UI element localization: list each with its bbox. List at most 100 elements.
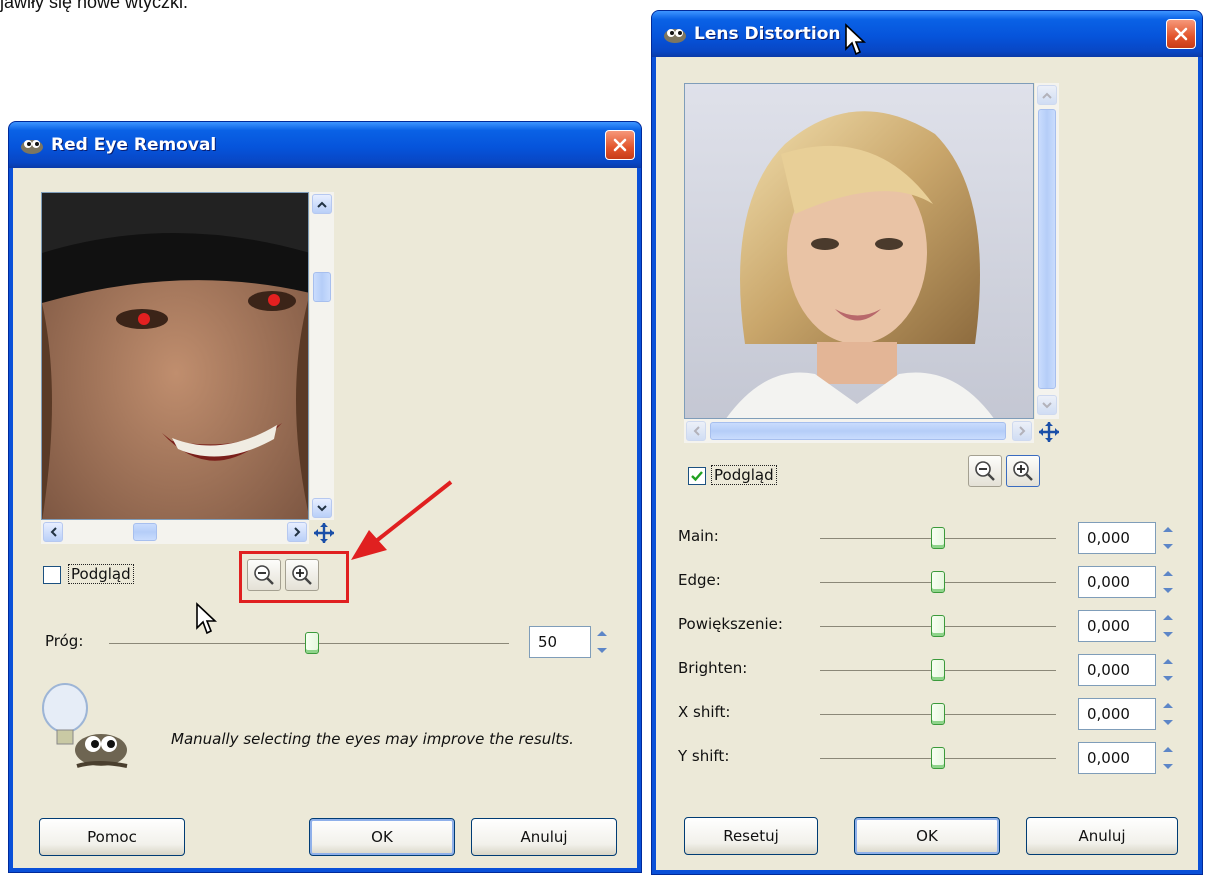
mouse-cursor-icon <box>845 23 867 56</box>
scroll-up-button[interactable] <box>312 194 332 214</box>
arrow-down-icon <box>1163 632 1173 637</box>
vertical-scrollbar[interactable] <box>310 192 334 520</box>
threshold-spin-button[interactable] <box>594 626 610 658</box>
param-label-brighten: Brighten: <box>678 659 748 677</box>
cancel-button[interactable]: Anuluj <box>1026 817 1178 855</box>
slider-thumb-main[interactable] <box>931 527 945 549</box>
zoom-out-button[interactable] <box>968 455 1002 487</box>
face-photo <box>42 193 308 519</box>
spin-button-zoom[interactable] <box>1160 610 1176 642</box>
arrow-down-icon <box>1163 676 1173 681</box>
zoom-in-button[interactable] <box>1006 455 1040 487</box>
vertical-scroll-thumb[interactable] <box>313 272 331 302</box>
lens-distortion-window: Lens Distortion Podgląd Main: 0,000 Edge… <box>651 10 1203 875</box>
annotation-arrow <box>351 480 453 560</box>
cancel-button[interactable]: Anuluj <box>471 818 617 856</box>
param-label-zoom: Powiększenie: <box>678 615 783 633</box>
reset-button[interactable]: Resetuj <box>684 817 818 855</box>
spin-input-main[interactable]: 0,000 <box>1078 522 1156 554</box>
arrow-up-icon <box>1163 659 1173 664</box>
gimp-wilber-icon <box>664 29 686 43</box>
dialog-client-area: Podgląd Main: 0,000 Edge: 0,000 Powiększ… <box>656 57 1198 870</box>
portrait-photo <box>685 84 1033 418</box>
spin-button-main[interactable] <box>1160 522 1176 554</box>
chevron-down-icon <box>1042 401 1052 408</box>
spin-input-y-shift[interactable]: 0,000 <box>1078 742 1156 774</box>
ok-button[interactable]: OK <box>309 818 455 856</box>
zoom-in-icon <box>1013 461 1033 481</box>
scroll-right-button[interactable] <box>1012 421 1032 441</box>
slider-thumb-brighten[interactable] <box>931 659 945 681</box>
param-label-x-shift: X shift: <box>678 703 731 721</box>
spin-input-x-shift[interactable]: 0,000 <box>1078 698 1156 730</box>
chevron-up-icon <box>1042 92 1052 99</box>
preview-checkbox[interactable] <box>688 467 706 485</box>
help-button[interactable]: Pomoc <box>39 818 185 856</box>
document-text: jawiły się nowe wtyczki. <box>0 0 189 12</box>
portrait-preview-image[interactable] <box>684 83 1034 419</box>
preview-label[interactable]: Podgląd <box>711 465 777 485</box>
horizontal-scroll-thumb[interactable] <box>133 523 157 541</box>
slider-thumb-edge[interactable] <box>931 571 945 593</box>
title-bar[interactable]: Lens Distortion <box>652 11 1202 57</box>
arrow-down-icon <box>1163 764 1173 769</box>
arrow-up-icon <box>1163 615 1173 620</box>
checkmark-icon <box>691 471 703 482</box>
vertical-scroll-thumb[interactable] <box>1038 109 1056 389</box>
spin-button-edge[interactable] <box>1160 566 1176 598</box>
dialog-client-area: Podgląd Próg: 50 Manually selecting the … <box>13 168 637 868</box>
scroll-left-button[interactable] <box>43 522 63 542</box>
arrow-down-icon <box>1163 720 1173 725</box>
close-icon <box>1174 27 1188 41</box>
slider-thumb-zoom[interactable] <box>931 615 945 637</box>
slider-thumb-x-shift[interactable] <box>931 703 945 725</box>
arrow-up-icon <box>1163 703 1173 708</box>
gimp-tip-icon <box>42 683 128 768</box>
arrow-up-icon <box>1163 527 1173 532</box>
preview-checkbox[interactable] <box>43 566 61 584</box>
red-eye-preview-image[interactable] <box>41 192 309 520</box>
spin-input-edge[interactable]: 0,000 <box>1078 566 1156 598</box>
param-label-main: Main: <box>678 527 719 545</box>
horizontal-scrollbar[interactable] <box>41 520 309 544</box>
chevron-down-icon <box>317 504 327 511</box>
zoom-highlight-box <box>239 551 349 603</box>
param-label-y-shift: Y shift: <box>678 747 730 765</box>
threshold-label: Próg: <box>45 632 84 650</box>
spin-button-y-shift[interactable] <box>1160 742 1176 774</box>
scroll-down-button[interactable] <box>1037 395 1057 415</box>
chevron-right-icon <box>1018 426 1025 436</box>
spin-input-brighten[interactable]: 0,000 <box>1078 654 1156 686</box>
navigate-icon[interactable] <box>1038 421 1060 443</box>
horizontal-scroll-thumb[interactable] <box>710 422 1006 440</box>
spin-button-x-shift[interactable] <box>1160 698 1176 730</box>
scroll-right-button[interactable] <box>287 522 307 542</box>
threshold-slider-thumb[interactable] <box>305 632 319 654</box>
close-icon <box>613 138 627 152</box>
arrow-up-icon <box>597 631 607 636</box>
scroll-down-button[interactable] <box>312 498 332 518</box>
param-label-edge: Edge: <box>678 571 721 589</box>
scroll-left-button[interactable] <box>686 421 706 441</box>
arrow-down-icon <box>1163 588 1173 593</box>
arrow-up-icon <box>1163 747 1173 752</box>
ok-button[interactable]: OK <box>854 817 1000 855</box>
navigate-icon[interactable] <box>313 522 335 544</box>
slider-thumb-y-shift[interactable] <box>931 747 945 769</box>
spin-input-zoom[interactable]: 0,000 <box>1078 610 1156 642</box>
gimp-wilber-icon <box>21 140 43 154</box>
close-button[interactable] <box>1166 19 1196 49</box>
preview-label[interactable]: Podgląd <box>68 564 134 584</box>
chevron-left-icon <box>693 426 700 436</box>
horizontal-scrollbar[interactable] <box>684 419 1034 443</box>
threshold-spin-input[interactable]: 50 <box>529 626 591 658</box>
close-button[interactable] <box>605 130 635 160</box>
red-eye-removal-window: Red Eye Removal Podgląd Próg: 50 Manuall… <box>8 121 642 873</box>
spin-button-brighten[interactable] <box>1160 654 1176 686</box>
vertical-scrollbar[interactable] <box>1035 83 1059 419</box>
zoom-out-icon <box>975 461 995 481</box>
arrow-up-icon <box>1163 571 1173 576</box>
window-title: Lens Distortion <box>694 24 841 44</box>
scroll-up-button[interactable] <box>1037 85 1057 105</box>
title-bar[interactable]: Red Eye Removal <box>9 122 641 168</box>
